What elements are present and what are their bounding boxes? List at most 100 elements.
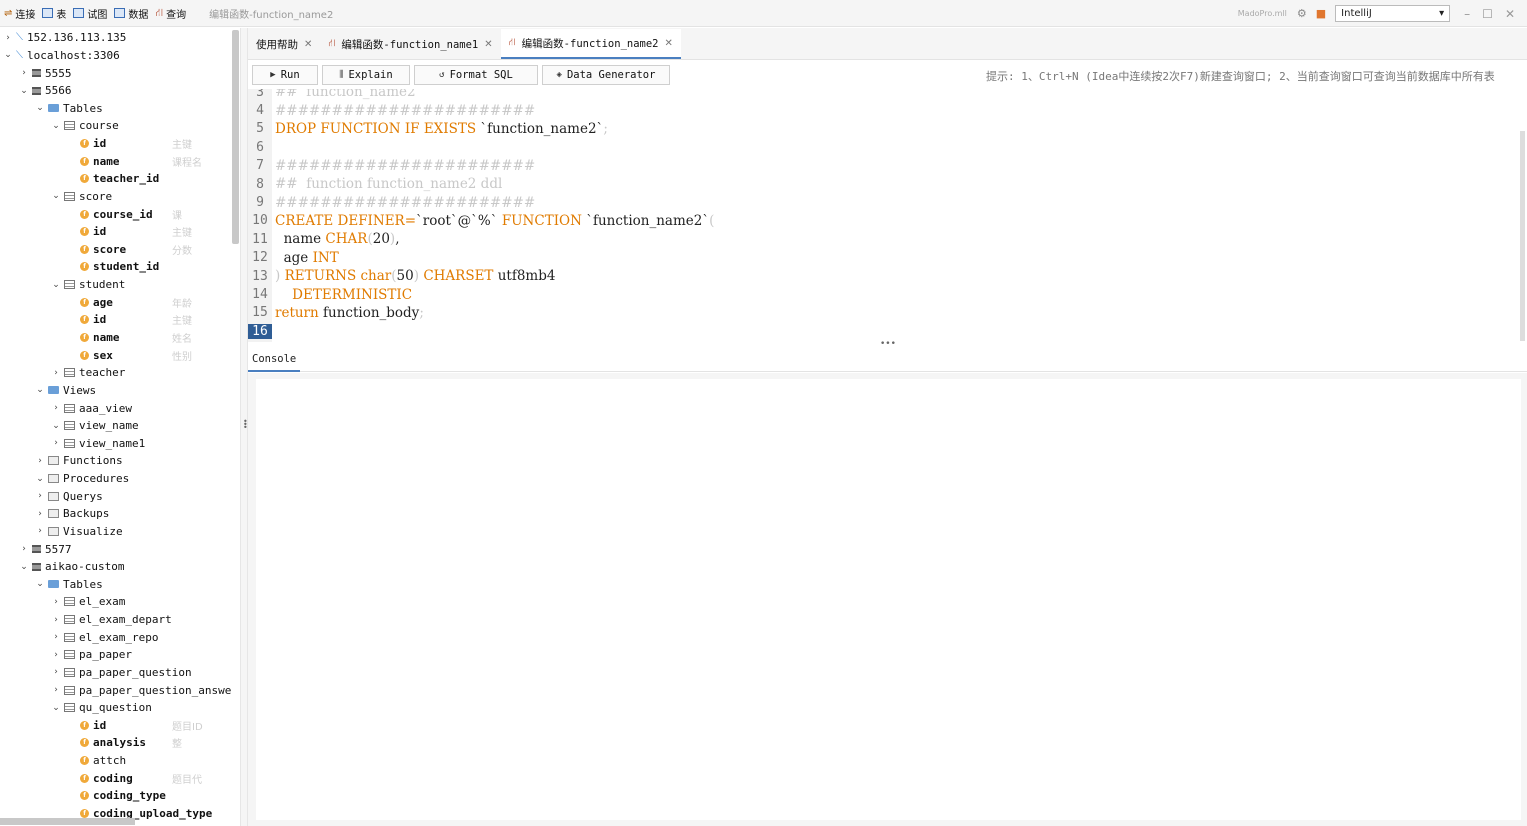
minimize-icon[interactable]: – (1464, 7, 1470, 21)
tab-editor-1[interactable]: ⛙ 编辑函数-function_name1 ✕ (320, 29, 500, 59)
close-icon[interactable]: ✕ (1505, 7, 1515, 21)
tree-item-conn[interactable]: ⌄ ⟍ localhost:3306 (0, 47, 232, 65)
close-icon[interactable]: ✕ (665, 38, 673, 49)
toolbar-view[interactable]: 试图 (73, 6, 107, 21)
code-line[interactable]: 16 (248, 322, 1518, 340)
tree-item-field[interactable]: f teacher_id (0, 170, 232, 188)
toolbar-connect[interactable]: ⇌ 连接 (4, 6, 35, 21)
ide-select[interactable]: IntelliJ ▾ (1335, 5, 1451, 22)
chevron-right-icon[interactable]: › (51, 597, 61, 607)
chevron-right-icon[interactable]: › (51, 632, 61, 642)
chevron-right-icon[interactable]: › (51, 438, 61, 448)
chevron-right-icon[interactable]: › (19, 68, 29, 78)
chevron-down-icon[interactable]: ⌄ (51, 121, 61, 131)
tree-item-field[interactable]: f name 课程名 (0, 152, 232, 170)
chevron-right-icon[interactable]: › (35, 526, 45, 536)
tree-item-misc[interactable]: › Functions (0, 452, 232, 470)
editor-scrollbar[interactable] (1520, 131, 1525, 341)
tree-item-table[interactable]: ⌄ view_name (0, 417, 232, 435)
tab-editor-2[interactable]: ⛙ 编辑函数-function_name2 ✕ (500, 29, 681, 59)
gear-icon[interactable]: ⚙ (1297, 7, 1307, 20)
chevron-down-icon[interactable]: ⌄ (19, 86, 29, 96)
explain-button[interactable]: ⫼ Explain (322, 65, 410, 85)
tree-item-table[interactable]: › view_name1 (0, 434, 232, 452)
tree-item-misc[interactable]: ⌄ Procedures (0, 470, 232, 488)
tab-editor-0[interactable]: 使用帮助 ✕ (248, 29, 320, 59)
chevron-right-icon[interactable]: › (3, 33, 13, 43)
chevron-right-icon[interactable]: › (51, 368, 61, 378)
panel-splitter[interactable]: • • • (240, 28, 248, 826)
chevron-right-icon[interactable]: › (35, 509, 45, 519)
data-generator-button[interactable]: ◈ Data Generator (542, 65, 670, 85)
tree-item-table[interactable]: › el_exam_depart (0, 611, 232, 629)
chevron-right-icon[interactable]: › (51, 650, 61, 660)
tree-item-field[interactable]: f coding_type (0, 787, 232, 805)
tree-item-table[interactable]: › pa_paper_question_answer (0, 681, 232, 699)
console-output[interactable] (256, 379, 1521, 820)
run-button[interactable]: ▶ Run (252, 65, 318, 85)
chevron-down-icon[interactable]: ⌄ (35, 474, 45, 484)
tree-item-field[interactable]: f student_id (0, 258, 232, 276)
code-line[interactable]: 4 ####################### (248, 101, 1518, 119)
tree-item-field[interactable]: f id 主键 (0, 311, 232, 329)
tree-item-table[interactable]: ⌄ qu_question (0, 699, 232, 717)
tree-item-field[interactable]: f id 主键 (0, 223, 232, 241)
tree-item-field[interactable]: f course_id 课 (0, 205, 232, 223)
code-line[interactable]: 14 DETERMINISTIC (248, 285, 1518, 303)
tree-item-table[interactable]: › el_exam_repo (0, 628, 232, 646)
tree-item-misc[interactable]: › Backups (0, 505, 232, 523)
chevron-down-icon[interactable]: ⌄ (51, 703, 61, 713)
code-line[interactable]: 10 CREATE DEFINER=`root`@`%` FUNCTION `fu… (248, 212, 1518, 230)
tree-item-db[interactable]: ⌄ aikao-custom (0, 558, 232, 576)
chevron-down-icon[interactable]: ⌄ (51, 280, 61, 290)
toolbar-table[interactable]: 表 (42, 6, 66, 21)
sidebar-horizontal-scrollbar[interactable] (0, 818, 135, 825)
tree-item-field[interactable]: f score 分数 (0, 241, 232, 259)
tree-item-table[interactable]: › aaa_view (0, 399, 232, 417)
tree-item-folder[interactable]: ⌄ Views (0, 382, 232, 400)
tree-item-table[interactable]: ⌄ course (0, 117, 232, 135)
code-line[interactable]: 8 ## function function_name2 ddl (248, 175, 1518, 193)
format-sql-button[interactable]: ↺ Format SQL (414, 65, 538, 85)
chevron-down-icon[interactable]: ⌄ (3, 50, 13, 60)
close-icon[interactable]: ✕ (304, 39, 312, 50)
tree-item-field[interactable]: f id 题目ID (0, 717, 232, 735)
chevron-down-icon[interactable]: ⌄ (51, 191, 61, 201)
tree-item-table[interactable]: ⌄ student (0, 276, 232, 294)
toolbar-query[interactable]: ⛙ 查询 (155, 6, 186, 21)
tree-item-db[interactable]: ⌄ 5566 (0, 82, 232, 100)
chevron-down-icon[interactable]: ⌄ (51, 421, 61, 431)
tree-item-table[interactable]: › pa_paper (0, 646, 232, 664)
sql-editor[interactable]: 3 ## function_name2 4 #####################… (248, 89, 1527, 342)
tree-item-field[interactable]: f attch (0, 752, 232, 770)
tree-item-field[interactable]: f sex 性别 (0, 346, 232, 364)
code-line[interactable]: 15 return function_body; (248, 304, 1518, 322)
tree-item-table[interactable]: › el_exam (0, 593, 232, 611)
code-line[interactable]: 3 ## function_name2 (248, 89, 1518, 101)
chevron-right-icon[interactable]: › (19, 544, 29, 554)
tree-item-conn[interactable]: › ⟍ 152.136.113.135 (0, 29, 232, 47)
chevron-down-icon[interactable]: ⌄ (35, 579, 45, 589)
code-line[interactable]: 13) RETURNS char(50) CHARSET utf8mb4 (248, 267, 1518, 285)
chevron-right-icon[interactable]: › (35, 491, 45, 501)
chevron-down-icon[interactable]: ⌄ (35, 385, 45, 395)
toolbar-data[interactable]: 数据 (114, 6, 148, 21)
code-line[interactable]: 6 (248, 138, 1518, 156)
tree-item-misc[interactable]: › Querys (0, 487, 232, 505)
tree-item-field[interactable]: f analysis 整 (0, 734, 232, 752)
tree-item-folder[interactable]: ⌄ Tables (0, 100, 232, 118)
tree-item-table[interactable]: › pa_paper_question (0, 664, 232, 682)
code-line[interactable]: 12 age INT (248, 249, 1518, 267)
code-line[interactable]: 11 name CHAR(20), (248, 230, 1518, 248)
code-line[interactable]: 5 DROP FUNCTION IF EXISTS `function_name2… (248, 120, 1518, 138)
chevron-right-icon[interactable]: › (35, 456, 45, 466)
chevron-right-icon[interactable]: › (51, 403, 61, 413)
tab-console[interactable]: Console (248, 348, 301, 372)
sidebar-scrollbar[interactable] (232, 30, 239, 244)
chevron-right-icon[interactable]: › (51, 615, 61, 625)
chevron-right-icon[interactable]: › (51, 667, 61, 677)
maximize-icon[interactable]: ☐ (1482, 7, 1493, 21)
tree-item-folder[interactable]: ⌄ Tables (0, 576, 232, 594)
close-icon[interactable]: ✕ (484, 39, 492, 50)
chevron-down-icon[interactable]: ⌄ (35, 103, 45, 113)
